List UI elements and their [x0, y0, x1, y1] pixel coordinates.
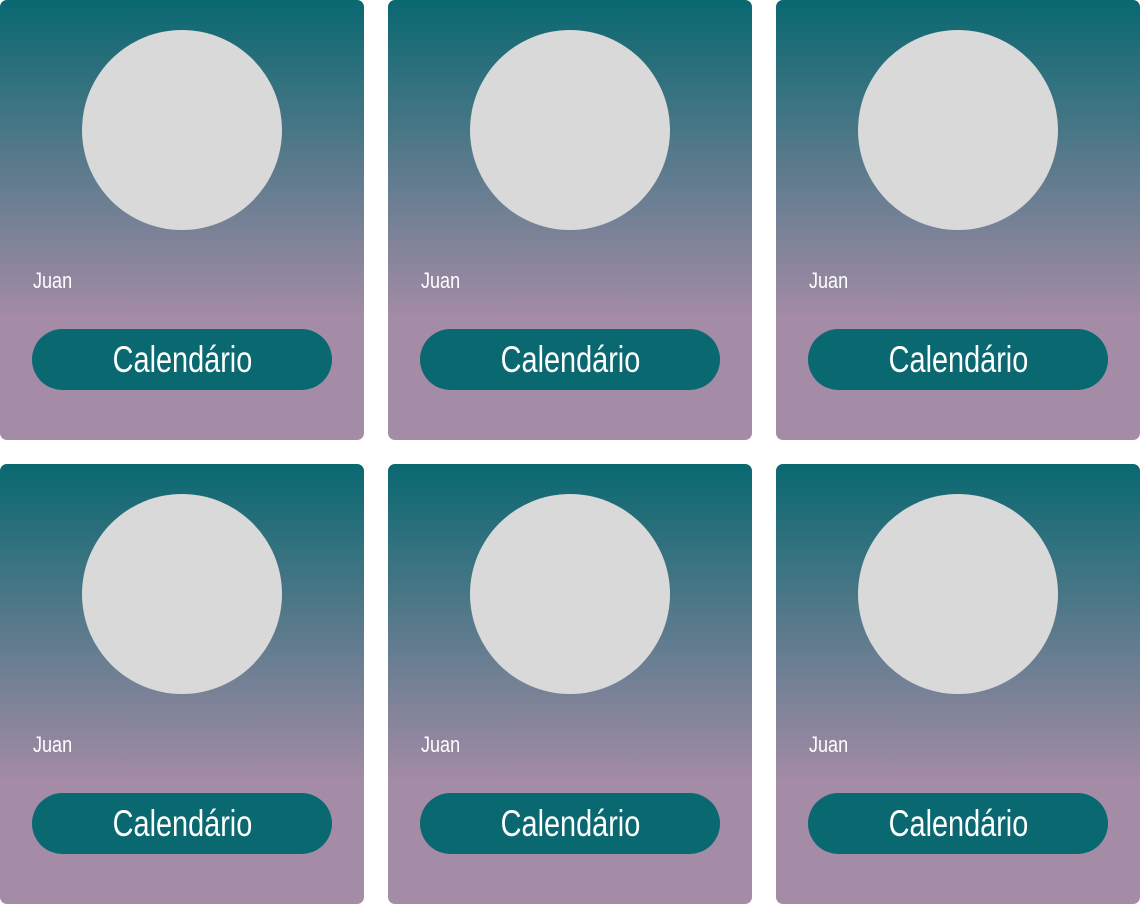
calendar-button-label: Calendário: [888, 803, 1028, 844]
profile-card: Juan Calendário: [388, 464, 752, 904]
profile-name: Juan: [421, 268, 461, 293]
calendar-button-label: Calendário: [500, 803, 640, 844]
calendar-button[interactable]: Calendário: [32, 793, 332, 854]
profile-name: Juan: [421, 732, 461, 757]
avatar-placeholder: [82, 30, 282, 230]
calendar-button-label: Calendário: [112, 803, 252, 844]
profile-card: Juan Calendário: [388, 0, 752, 440]
calendar-button[interactable]: Calendário: [808, 329, 1108, 390]
profile-name: Juan: [33, 732, 73, 757]
profile-card: Juan Calendário: [776, 0, 1140, 440]
calendar-button-label: Calendário: [888, 339, 1028, 380]
calendar-button[interactable]: Calendário: [420, 793, 720, 854]
calendar-button[interactable]: Calendário: [32, 329, 332, 390]
avatar-placeholder: [858, 494, 1058, 694]
profile-card: Juan Calendário: [0, 464, 364, 904]
avatar-placeholder: [470, 30, 670, 230]
profile-card: Juan Calendário: [776, 464, 1140, 904]
avatar-placeholder: [470, 494, 670, 694]
profile-card-grid: Juan Calendário Juan Calendário Juan Cal…: [0, 0, 1140, 904]
profile-name: Juan: [809, 268, 849, 293]
avatar-placeholder: [858, 30, 1058, 230]
calendar-button-label: Calendário: [112, 339, 252, 380]
profile-name: Juan: [33, 268, 73, 293]
profile-name: Juan: [809, 732, 849, 757]
calendar-button-label: Calendário: [500, 339, 640, 380]
profile-card: Juan Calendário: [0, 0, 364, 440]
avatar-placeholder: [82, 494, 282, 694]
calendar-button[interactable]: Calendário: [808, 793, 1108, 854]
calendar-button[interactable]: Calendário: [420, 329, 720, 390]
